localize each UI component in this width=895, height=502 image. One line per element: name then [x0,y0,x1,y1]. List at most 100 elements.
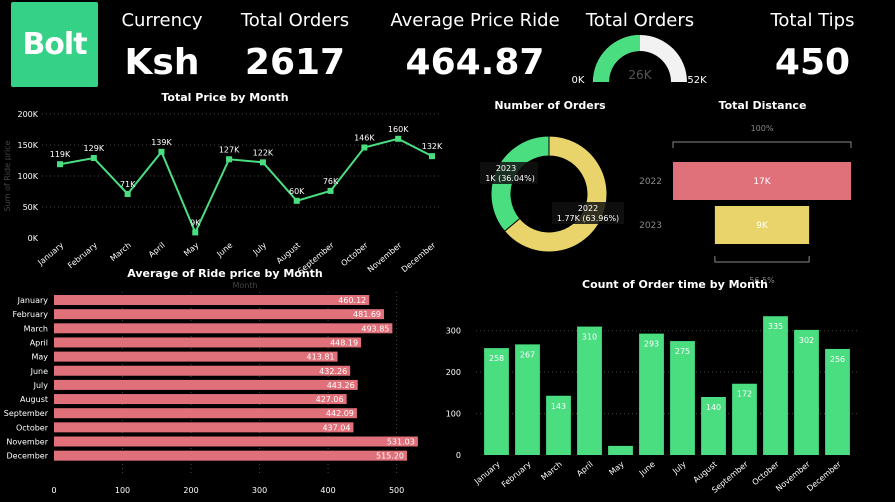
line-point [158,148,165,155]
data-label: 71K [120,180,136,189]
avg-price-bar [54,394,347,405]
hbar-chart-title: Average of Ride price by Month [127,267,323,280]
gauge-center-label: 26K [628,68,652,82]
line-point [226,156,233,163]
bar-value-label: 413.81 [307,353,335,362]
funnel-category-label: 2022 [639,177,662,187]
order-count-bar [794,329,819,455]
y-tick-label: 300 [446,327,461,336]
order-count-bar [825,348,850,455]
slice-value-label: 1.77K (63.96%) [557,214,619,223]
order-count-bar [639,333,664,455]
y-tick-label: 150K [17,141,38,150]
y-tick-label: 100K [17,172,38,181]
funnel-bracket-top [672,141,852,148]
bar-value-label: 140 [706,403,721,412]
y-tick-label: 0 [456,451,461,460]
avg-price-bar [54,422,354,433]
y-tick-label: April [30,338,48,347]
avg-price-title: Average Price Ride [390,10,560,31]
bar-value-label: 143 [551,402,566,411]
total-price-line [59,137,433,235]
x-tick-label: February [500,459,533,489]
bar-value-label: 302 [799,336,814,345]
y-tick-label: August [20,395,48,404]
y-tick-label: March [24,324,48,333]
line-point [293,197,300,204]
order-count-bar [484,348,509,455]
data-label: 160K [388,125,409,134]
line-point [259,159,266,166]
x-tick-label: 100 [115,486,130,495]
total-orders-title: Total Orders [240,10,350,31]
order-count-bar [515,344,540,455]
avg-price-value: 464.87 [405,42,545,83]
order-count-bar-chart: 0 100 200 300 258 January 267 February 143 March 3… [446,316,860,495]
total-orders-value: 2617 [244,42,346,83]
bar-value-label: 267 [520,350,535,359]
bar-value-label: 310 [582,333,597,342]
x-tick-label: 400 [320,486,335,495]
x-tick-label: January [472,459,502,486]
y-tick-label: January [17,296,49,305]
avg-price-bar [54,351,338,362]
x-tick-label: August [692,460,719,485]
data-label: 9K [190,218,201,227]
avg-price-bar [54,365,351,376]
funnel-top-pct: 100% [751,124,774,133]
bar-value-label: 335 [768,322,783,331]
x-tick-label: 300 [252,486,267,495]
bar-value-label: 442.09 [326,409,354,418]
data-label: 146K [354,133,375,142]
avg-price-bar [54,450,408,461]
x-tick-label: December [805,459,843,493]
y-tick-label: July [33,381,49,390]
x-tick-label: October [339,240,370,268]
y-tick-label: 0K [28,234,39,243]
avg-price-bar [54,309,385,320]
y-tick-label: November [6,438,48,447]
y-tick-label: September [4,409,49,418]
total-distance-funnel: 100%17K20229K202356.5% [639,124,852,285]
order-count-bar [577,326,602,455]
line-point [429,153,435,160]
vbar-chart-title: Count of Order time by Month [582,278,768,291]
gauge-max-label: 52K [687,75,707,86]
data-label: 132K [422,142,443,151]
donut-chart-title: Number of Orders [494,99,606,112]
avg-price-bar [54,436,418,447]
slice-year-label: 2023 [496,164,516,173]
funnel-category-label: 2023 [639,221,662,231]
order-count-bar [763,316,788,455]
data-label: 122K [253,148,274,157]
avg-price-bar [54,337,362,348]
y-tick-label: May [31,353,48,362]
bar-value-label: 172 [737,390,752,399]
bar-value-label: 448.19 [330,338,358,347]
total-tips-title: Total Tips [770,10,855,31]
x-tick-label: March [108,241,132,264]
data-label: 76K [323,177,339,186]
bar-value-label: 481.69 [353,310,381,319]
logo-text: Bolt [22,27,87,62]
line-point [124,190,131,197]
bolt-logo: Bolt [11,2,98,87]
x-tick-label: April [575,460,595,479]
avg-price-bar-chart: 0 100 200 300 400 500 460.12 January 481.69 Febru… [4,292,418,495]
x-tick-label: 500 [389,486,404,495]
gauge-title: Total Orders [585,10,695,31]
x-tick-label: 0 [51,486,56,495]
y-tick-label: 100 [446,410,461,419]
total-tips-value: 450 [774,42,851,83]
x-tick-label: 200 [183,486,198,495]
bar-value-label: 515.20 [376,452,404,461]
line-point [395,135,402,142]
bar-value-label: 432.26 [319,367,347,376]
bar-value-label: 256 [830,355,845,364]
slice-value-label: 1K (36.04%) [485,174,535,183]
order-count-bar [670,341,695,455]
avg-price-bar [54,295,370,305]
line-point [361,144,368,151]
x-tick-label: July [251,240,269,257]
bar-value-label: 293 [644,340,659,349]
